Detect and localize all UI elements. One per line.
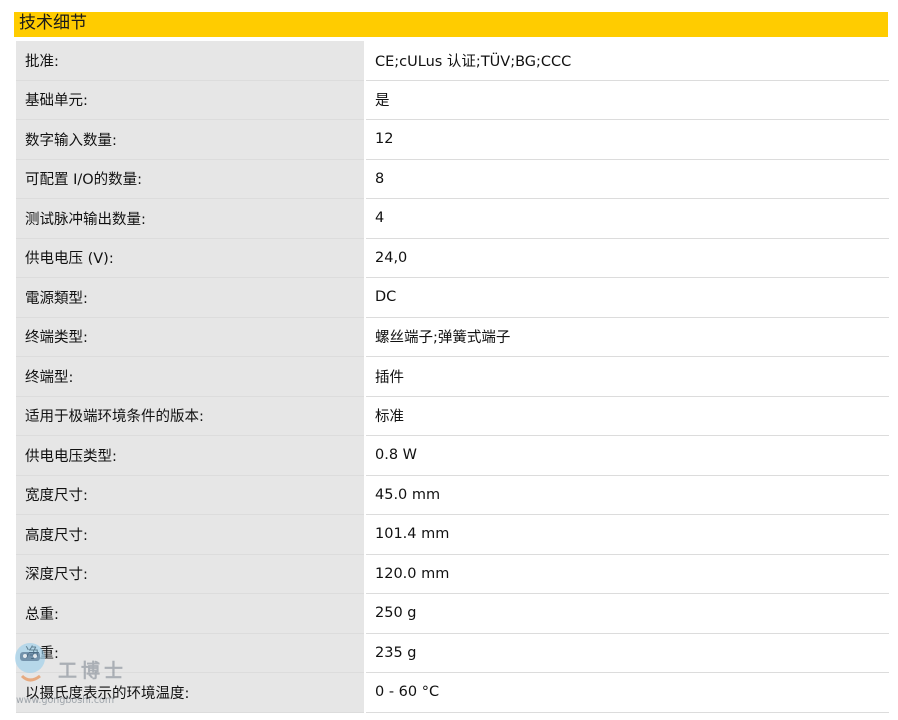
spec-label: 電源類型: bbox=[16, 277, 366, 318]
table-row: 宽度尺寸: 45.0 mm bbox=[16, 475, 889, 515]
spec-value: 45.0 mm bbox=[365, 475, 889, 515]
spec-label: 深度尺寸: bbox=[16, 554, 366, 594]
spec-label: 基础单元: bbox=[16, 80, 366, 120]
spec-label: 供电电压 (V): bbox=[16, 238, 366, 278]
spec-value: 120.0 mm bbox=[365, 554, 889, 594]
spec-label: 终端类型: bbox=[16, 317, 366, 357]
spec-label: 供电电压类型: bbox=[16, 435, 366, 476]
spec-value: 0 - 60 °C bbox=[365, 672, 889, 713]
spec-label: 批准: bbox=[16, 41, 366, 81]
spec-table: 批准: CE;cULus 认证;TÜV;BG;CCC 基础单元: 是数字输入数量: 12… bbox=[16, 41, 889, 713]
spec-value: 12 bbox=[365, 119, 889, 160]
spec-label: 总重: bbox=[16, 593, 366, 634]
spec-value: 标准 bbox=[365, 396, 889, 436]
spec-value: 0.8 W bbox=[365, 435, 889, 476]
spec-value: 101.4 mm bbox=[365, 514, 889, 555]
table-row: 测试脉冲输出数量: 4 bbox=[16, 198, 889, 239]
spec-label: 终端型: bbox=[16, 356, 366, 397]
table-row: 终端型: 插件 bbox=[16, 356, 889, 397]
table-row: 批准: CE;cULus 认证;TÜV;BG;CCC bbox=[16, 41, 889, 81]
spec-label: 以摄氏度表示的环境温度: bbox=[16, 672, 366, 713]
spec-value: 235 g bbox=[365, 633, 889, 673]
spec-value: 8 bbox=[365, 159, 889, 199]
section-title: 技术细节 bbox=[19, 13, 87, 33]
spec-label: 测试脉冲输出数量: bbox=[16, 198, 366, 239]
spec-value: 4 bbox=[365, 198, 889, 239]
table-row: 供电电压 (V): 24,0 bbox=[16, 238, 889, 278]
spec-table-body: 批准: CE;cULus 认证;TÜV;BG;CCC 基础单元: 是数字输入数量: 12… bbox=[16, 41, 889, 713]
table-row: 電源類型: DC bbox=[16, 277, 889, 318]
table-row: 供电电压类型: 0.8 W bbox=[16, 435, 889, 476]
spec-label: 宽度尺寸: bbox=[16, 475, 366, 515]
table-row: 可配置 I/O的数量: 8 bbox=[16, 159, 889, 199]
table-row: 适用于极端环境条件的版本: 标准 bbox=[16, 396, 889, 436]
spec-label: 可配置 I/O的数量: bbox=[16, 159, 366, 199]
spec-label: 适用于极端环境条件的版本: bbox=[16, 396, 366, 436]
section-header: 技术细节 bbox=[14, 12, 888, 37]
spec-value: CE;cULus 认证;TÜV;BG;CCC bbox=[365, 41, 889, 81]
spec-label: 净重: bbox=[16, 633, 366, 673]
table-row: 深度尺寸: 120.0 mm bbox=[16, 554, 889, 594]
spec-value: 插件 bbox=[365, 356, 889, 397]
table-row: 以摄氏度表示的环境温度: 0 - 60 °C bbox=[16, 672, 889, 713]
spec-label: 高度尺寸: bbox=[16, 514, 366, 555]
spec-label: 数字输入数量: bbox=[16, 119, 366, 160]
spec-value: DC bbox=[365, 277, 889, 318]
spec-value: 250 g bbox=[365, 593, 889, 634]
table-row: 终端类型: 螺丝端子;弹簧式端子 bbox=[16, 317, 889, 357]
spec-value: 24,0 bbox=[365, 238, 889, 278]
spec-value: 是 bbox=[365, 80, 889, 120]
table-row: 基础单元: 是 bbox=[16, 80, 889, 120]
table-row: 高度尺寸: 101.4 mm bbox=[16, 514, 889, 555]
table-row: 数字输入数量: 12 bbox=[16, 119, 889, 160]
spec-value: 螺丝端子;弹簧式端子 bbox=[365, 317, 889, 357]
table-row: 总重: 250 g bbox=[16, 593, 889, 634]
table-row: 净重: 235 g bbox=[16, 633, 889, 673]
